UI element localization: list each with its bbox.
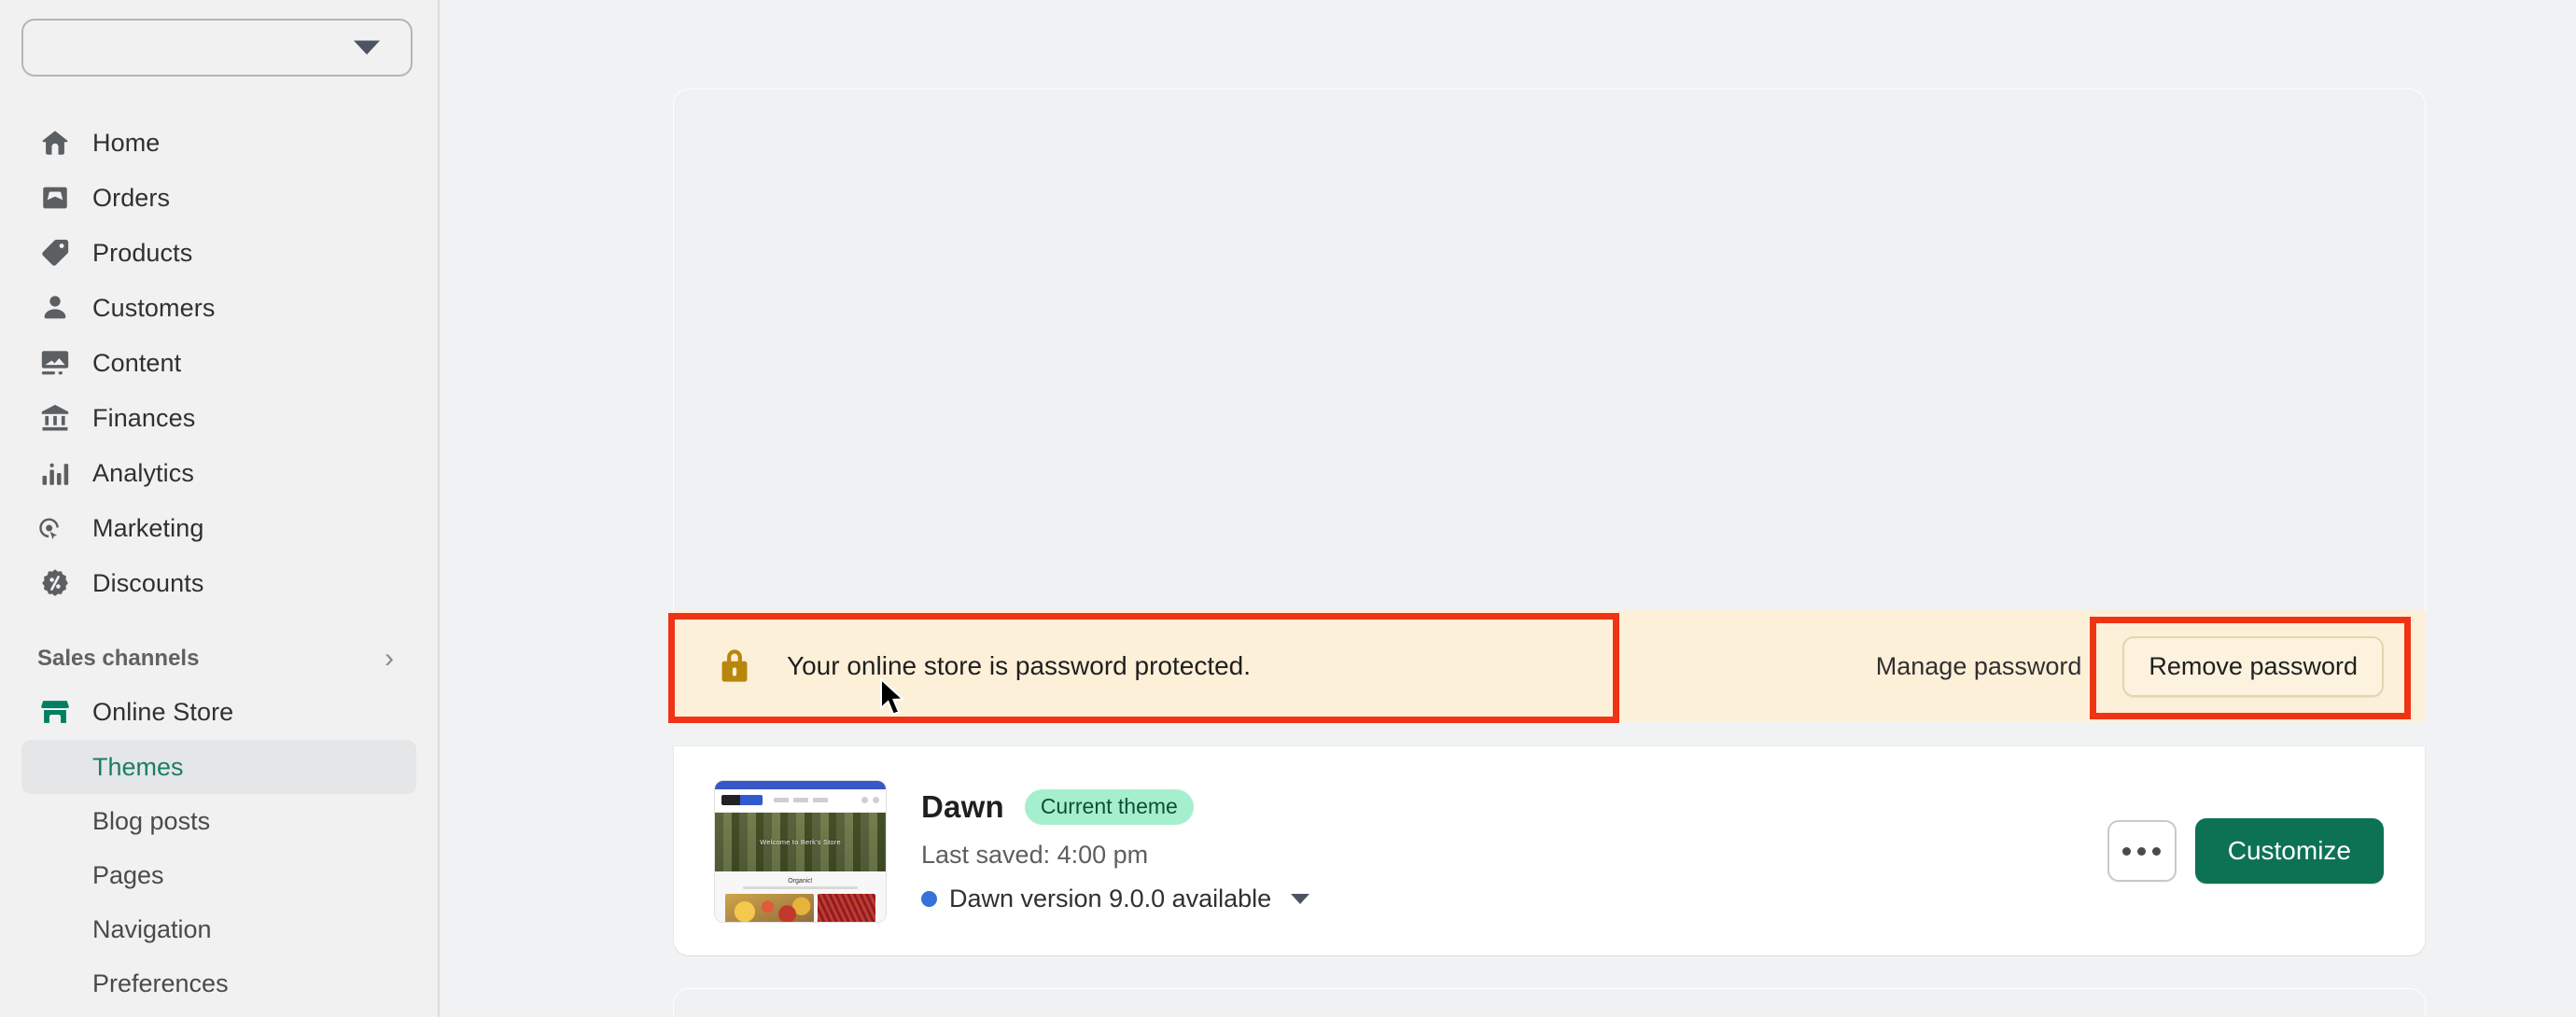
sidebar-item-products[interactable]: Products <box>21 226 416 280</box>
sidebar-item-marketing[interactable]: Marketing <box>21 501 416 555</box>
sidebar-item-content[interactable]: Content <box>21 336 416 390</box>
sidebar-item-label: Home <box>92 128 161 157</box>
remove-password-button[interactable]: Remove password <box>2122 635 2384 697</box>
sidebar-item-blog-posts[interactable]: Blog posts <box>21 794 416 848</box>
sales-channels-section-header[interactable]: Sales channels › <box>21 633 416 685</box>
lock-icon <box>719 648 750 685</box>
thumbnail-announcement-bar <box>715 780 886 789</box>
thumbnail-subtext-bar <box>742 885 859 889</box>
current-theme-card: Welcome to Berk's Store Organic! Dawn Cu… <box>674 746 2425 955</box>
person-icon <box>37 290 73 326</box>
more-options-button[interactable] <box>2107 820 2177 882</box>
banner-message-group: Your online store is password protected. <box>674 648 1872 685</box>
orders-inbox-icon <box>37 180 73 216</box>
banner-actions: Manage password Remove password <box>1872 635 2425 697</box>
section-title: Sales channels <box>37 646 200 671</box>
sidebar-item-label: Orders <box>92 183 171 212</box>
sidebar-subitem-label: Preferences <box>92 968 229 997</box>
content-image-icon <box>37 345 73 381</box>
admin-app: Home Orders Products Customers Content F… <box>0 0 2576 1017</box>
more-options-icon <box>2152 846 2162 856</box>
theme-thumbnail[interactable]: Welcome to Berk's Store Organic! <box>714 779 887 923</box>
thumbnail-body: Organic! <box>715 871 886 922</box>
bank-icon <box>37 400 73 436</box>
sidebar-subitem-label: Navigation <box>92 914 212 943</box>
primary-nav: Home Orders Products Customers Content F… <box>0 116 438 1010</box>
sidebar-item-home[interactable]: Home <box>21 116 416 170</box>
chevron-down-icon <box>354 40 380 55</box>
sidebar-item-label: Online Store <box>92 697 234 726</box>
sidebar-item-preferences[interactable]: Preferences <box>21 956 416 1010</box>
thumbnail-section-title: Organic! <box>788 877 813 885</box>
sidebar-item-label: Customers <box>92 293 216 322</box>
theme-title-row: Dawn Current theme <box>921 788 2107 825</box>
store-selector[interactable] <box>21 19 413 77</box>
next-section-card <box>674 989 2425 1017</box>
current-theme-badge: Current theme <box>1024 788 1194 825</box>
sidebar-item-label: Analytics <box>92 458 194 487</box>
theme-details: Dawn Current theme Last saved: 4:00 pm D… <box>921 788 2107 913</box>
thumbnail-product-image-1 <box>725 893 815 922</box>
thumbnail-hero-text: Welcome to Berk's Store <box>760 837 841 846</box>
sidebar-item-orders[interactable]: Orders <box>21 171 416 225</box>
status-dot-icon <box>921 890 937 907</box>
sidebar-item-pages[interactable]: Pages <box>21 848 416 902</box>
sidebar-item-finances[interactable]: Finances <box>21 391 416 445</box>
sidebar-item-themes[interactable]: Themes <box>21 740 416 794</box>
sidebar-subitem-label: Blog posts <box>92 806 211 835</box>
storefront-icon <box>37 694 73 730</box>
sidebar-subitem-label: Pages <box>92 860 164 889</box>
sidebar-item-label: Products <box>92 238 193 267</box>
more-options-icon <box>2122 846 2132 856</box>
chevron-right-icon[interactable]: › <box>385 645 394 673</box>
home-icon <box>37 125 73 160</box>
marketing-target-icon <box>37 510 73 546</box>
theme-preview-placeholder-card <box>674 90 2425 610</box>
sidebar-item-discounts[interactable]: Discounts <box>21 556 416 610</box>
theme-actions: Customize <box>2107 818 2384 884</box>
sidebar-item-label: Marketing <box>92 513 204 542</box>
sidebar-item-customers[interactable]: Customers <box>21 281 416 335</box>
theme-name: Dawn <box>921 788 1004 824</box>
password-protection-banner: Your online store is password protected.… <box>674 610 2425 722</box>
theme-last-saved: Last saved: 4:00 pm <box>921 840 1149 869</box>
banner-message: Your online store is password protected. <box>787 651 1252 680</box>
theme-version-notice[interactable]: Dawn version 9.0.0 available <box>921 885 2107 913</box>
thumbnail-product-images <box>722 893 878 922</box>
more-options-icon <box>2137 846 2147 856</box>
sidebar-subitem-label: Themes <box>92 752 184 781</box>
sidebar: Home Orders Products Customers Content F… <box>0 0 440 1017</box>
sidebar-item-online-store[interactable]: Online Store <box>21 685 416 739</box>
thumbnail-hero: Welcome to Berk's Store <box>715 812 886 871</box>
chevron-down-icon[interactable] <box>1291 893 1310 904</box>
main-content: Your online store is password protected.… <box>440 0 2576 1017</box>
theme-version-text: Dawn version 9.0.0 available <box>949 884 1272 913</box>
customize-button[interactable]: Customize <box>2194 818 2384 884</box>
thumbnail-product-image-2 <box>818 893 875 922</box>
sidebar-item-label: Content <box>92 348 182 377</box>
sidebar-item-navigation[interactable]: Navigation <box>21 902 416 956</box>
discount-percent-icon <box>37 565 73 601</box>
thumbnail-header-icons <box>861 797 879 803</box>
thumbnail-header <box>715 788 886 813</box>
sidebar-item-analytics[interactable]: Analytics <box>21 446 416 500</box>
thumbnail-logo <box>721 795 763 805</box>
sidebar-item-label: Discounts <box>92 568 204 597</box>
bar-chart-icon <box>37 455 73 491</box>
thumbnail-nav-links <box>774 798 828 802</box>
sidebar-item-label: Finances <box>92 403 196 432</box>
product-tag-icon <box>37 235 73 271</box>
manage-password-button[interactable]: Manage password <box>1872 643 2086 690</box>
